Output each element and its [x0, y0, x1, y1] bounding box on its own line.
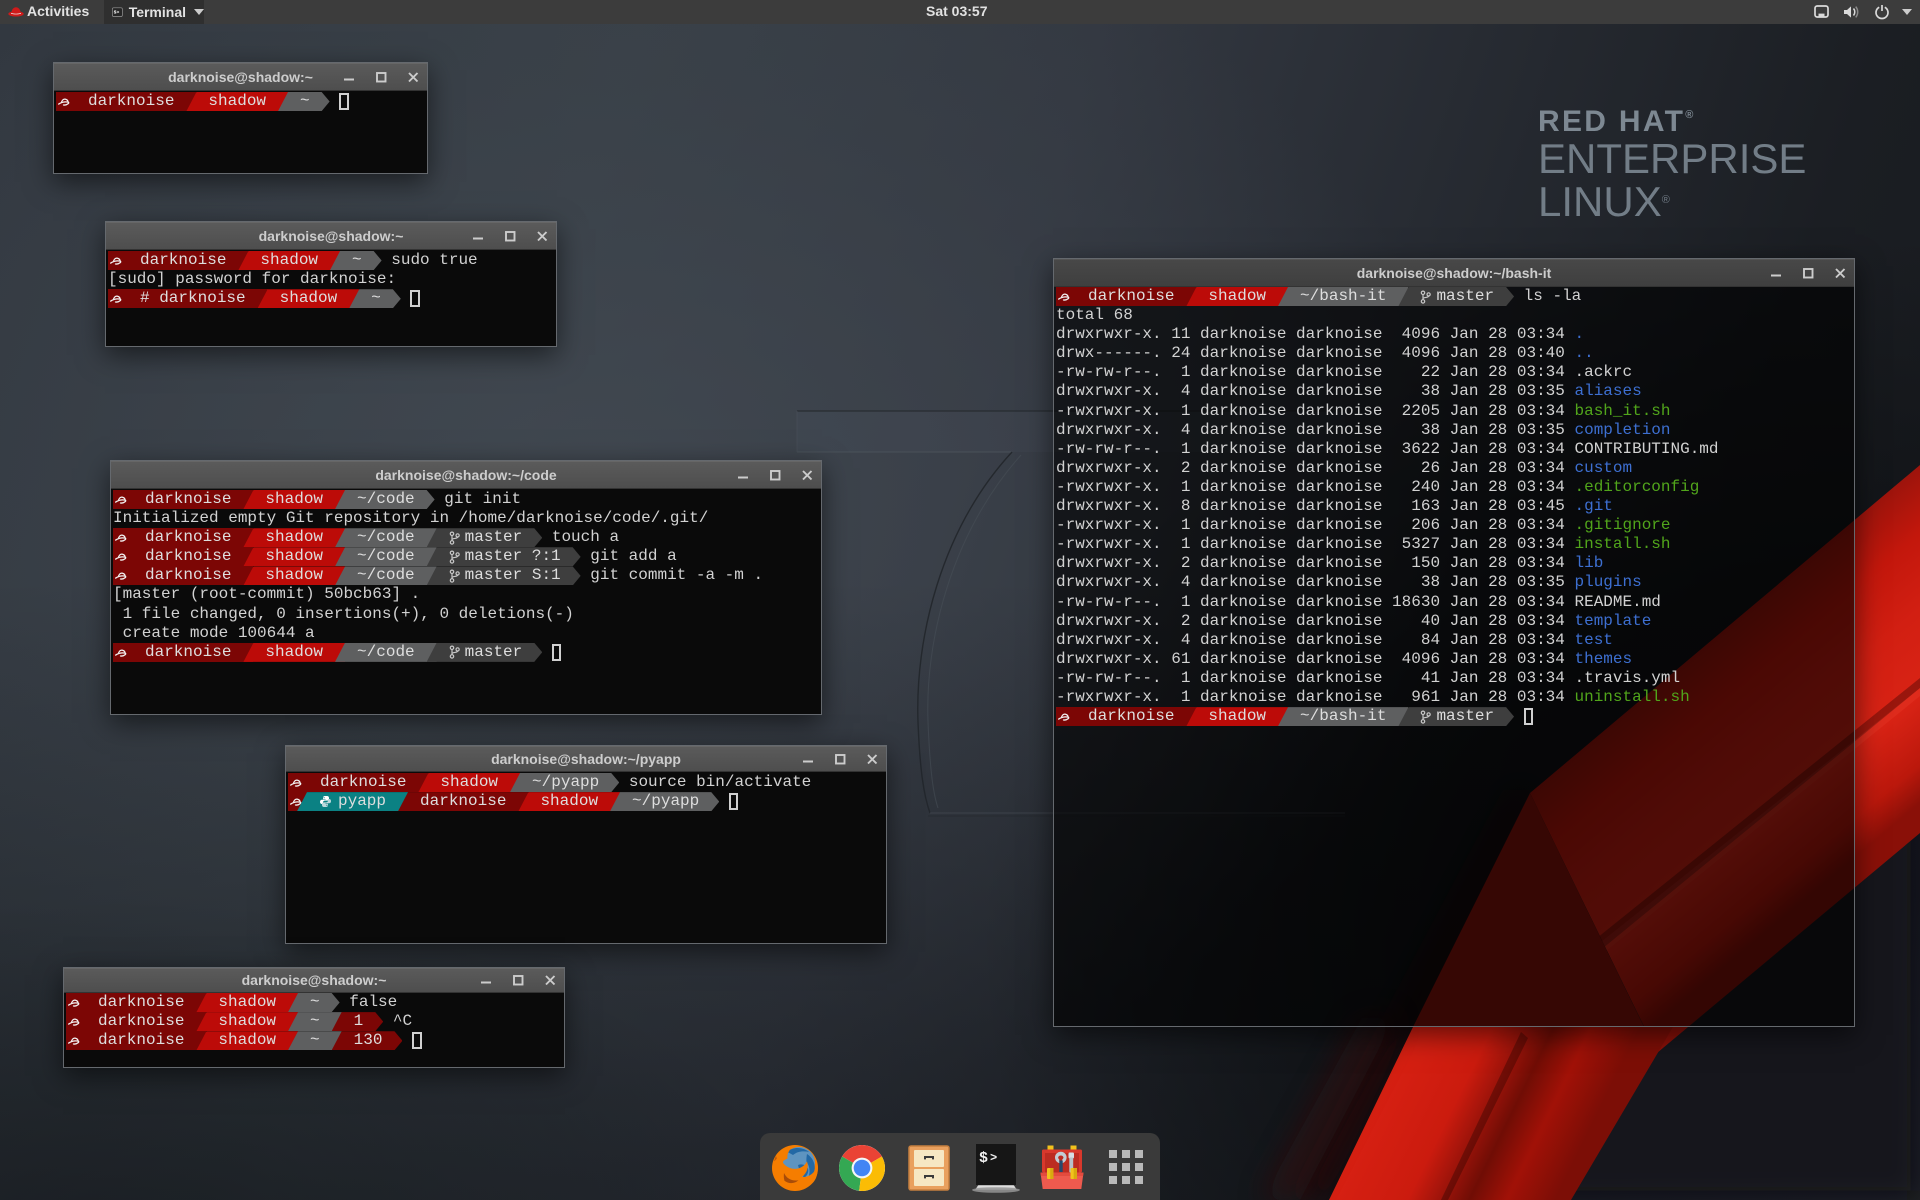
svg-text:$: $	[979, 1150, 988, 1167]
svg-text:>: >	[990, 1151, 997, 1165]
svg-text:$>: $>	[114, 9, 120, 15]
